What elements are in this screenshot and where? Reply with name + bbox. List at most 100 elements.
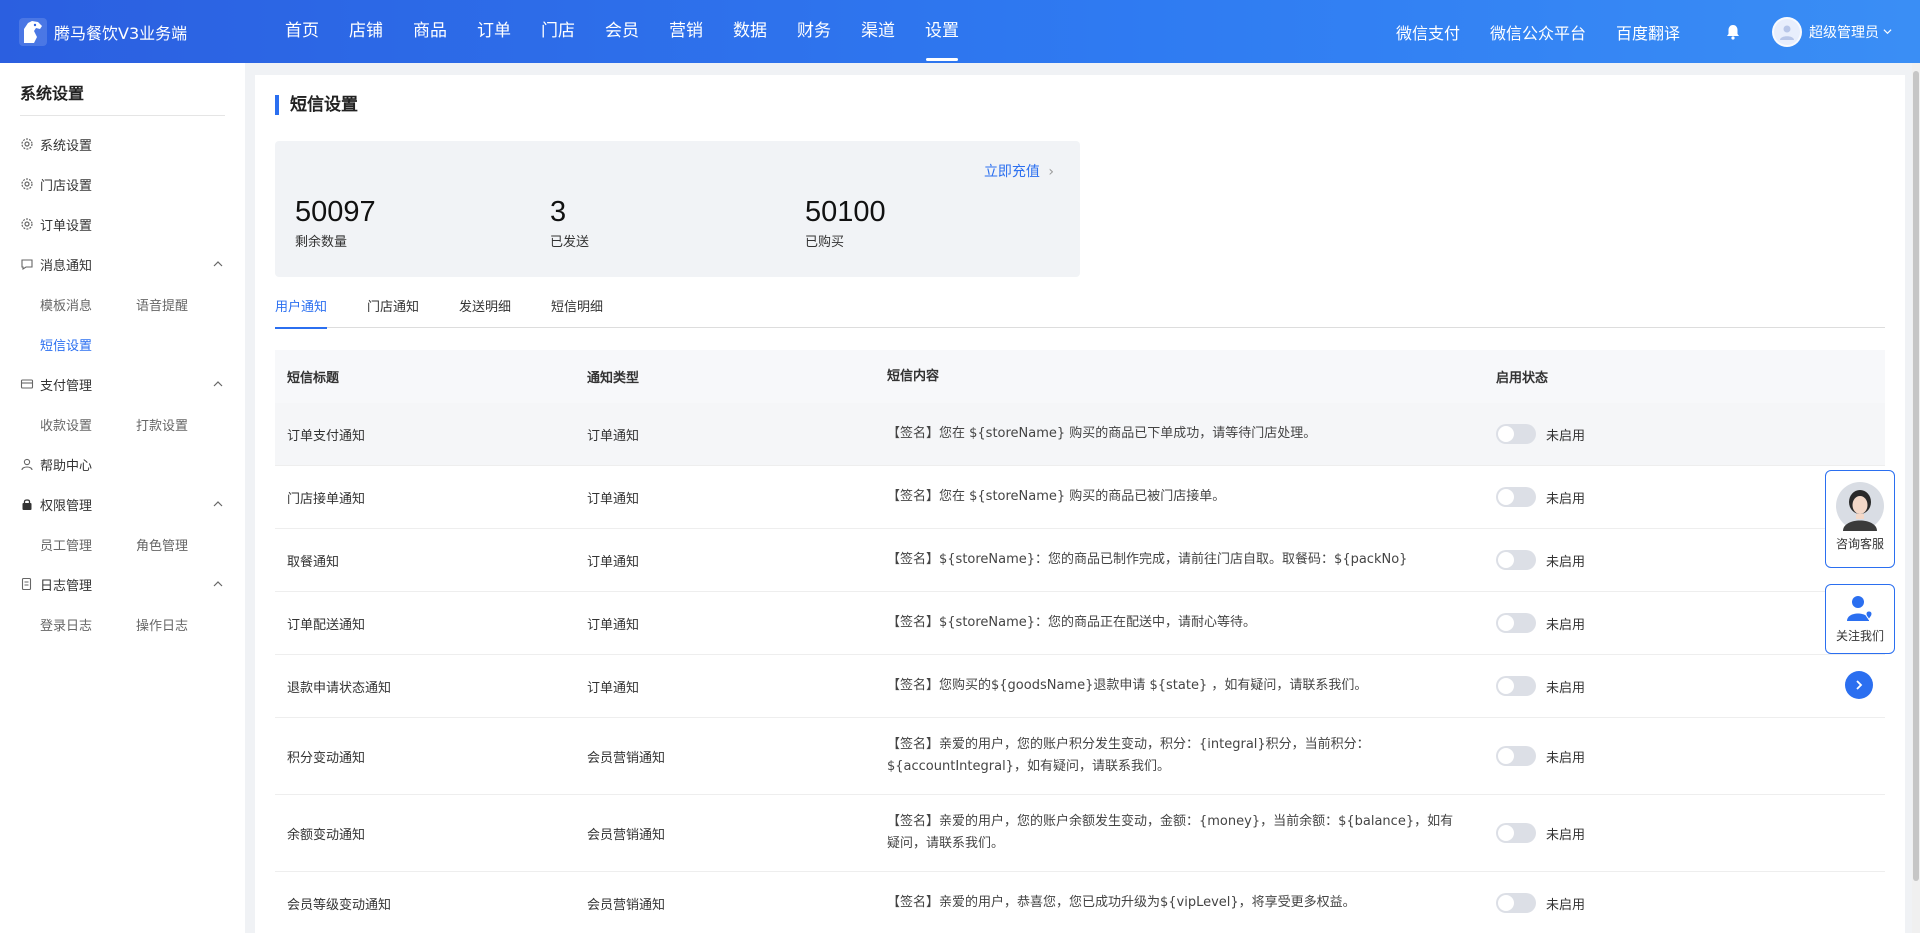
- chevron-up-icon: [213, 381, 223, 387]
- sidebar-subitem-voice[interactable]: 语音提醒: [136, 295, 232, 314]
- cell-type: 订单通知: [587, 680, 640, 696]
- status-toggle[interactable]: [1496, 676, 1536, 696]
- wechat-mp-link[interactable]: 微信公众平台: [1490, 20, 1586, 44]
- chevron-right-icon: [1856, 680, 1863, 690]
- stat-value: 50100: [805, 196, 886, 228]
- cell-title: 取餐通知: [287, 554, 340, 570]
- table-row: 订单配送通知 订单通知 【签名】${storeName}：您的商品正在配送中，请…: [275, 592, 1885, 655]
- bell-icon[interactable]: [1724, 23, 1742, 41]
- sidebar-item-payment[interactable]: 支付管理: [0, 364, 245, 404]
- nav-finance[interactable]: 财务: [782, 0, 846, 63]
- cell-title: 订单配送通知: [287, 617, 366, 633]
- sidebar: 系统设置 系统设置 门店设置 订单设置 消息通知 模板消息 语音提醒 短信设置 …: [0, 63, 245, 933]
- sidebar-item-system[interactable]: 系统设置: [0, 124, 245, 164]
- follow-label: 关注我们: [1835, 629, 1884, 643]
- agent-avatar-icon: [1836, 482, 1884, 531]
- tab-sms-details[interactable]: 短信明细: [551, 300, 603, 328]
- column-header-type: 通知类型: [587, 371, 640, 386]
- nav-data[interactable]: 数据: [718, 0, 782, 63]
- sidebar-subitem-sms[interactable]: 短信设置: [40, 335, 136, 354]
- status-text: 未启用: [1546, 680, 1586, 696]
- wechat-pay-link[interactable]: 微信支付: [1396, 20, 1460, 44]
- status-toggle[interactable]: [1496, 487, 1536, 507]
- sidebar-subitem-receive[interactable]: 收款设置: [40, 415, 136, 434]
- user-name[interactable]: 超级管理员: [1809, 22, 1879, 42]
- column-header-content: 短信内容: [887, 368, 940, 384]
- nav-orders[interactable]: 订单: [462, 0, 526, 63]
- status-toggle[interactable]: [1496, 893, 1536, 913]
- recharge-link[interactable]: 立即充值 ›: [984, 161, 1054, 181]
- status-text: 未启用: [1546, 617, 1586, 633]
- sidebar-item-label: 权限管理: [40, 498, 93, 514]
- consult-label: 咨询客服: [1835, 537, 1884, 551]
- consult-service-widget[interactable]: 咨询客服: [1825, 470, 1895, 568]
- chevron-up-icon: [213, 581, 223, 587]
- sidebar-item-label: 门店设置: [40, 178, 93, 194]
- status-text: 未启用: [1546, 897, 1586, 913]
- cell-content: 【签名】亲爱的用户，您的账户余额发生变动，金额：{money}，当前余额：${b…: [887, 814, 1454, 851]
- sidebar-item-order[interactable]: 订单设置: [0, 204, 245, 244]
- tab-user-notify[interactable]: 用户通知: [275, 300, 328, 329]
- nav-channels[interactable]: 渠道: [846, 0, 910, 63]
- gear-icon: [21, 178, 33, 190]
- follow-us-widget[interactable]: 关注我们: [1825, 584, 1895, 654]
- page-title: 短信设置: [275, 95, 358, 115]
- status-toggle[interactable]: [1496, 746, 1536, 766]
- sidebar-subitem-login-log[interactable]: 登录日志: [40, 615, 136, 634]
- collapse-widgets-button[interactable]: [1845, 671, 1873, 699]
- baidu-translate-link[interactable]: 百度翻译: [1616, 20, 1680, 44]
- stat-remaining: 50097 剩余数量: [295, 196, 376, 250]
- nav-settings[interactable]: 设置: [910, 0, 974, 63]
- sidebar-item-log[interactable]: 日志管理: [0, 564, 245, 604]
- table-row: 订单支付通知 订单通知 【签名】您在 ${storeName} 购买的商品已下单…: [275, 403, 1885, 466]
- cell-type: 订单通知: [587, 554, 640, 570]
- cell-status: 未启用: [1484, 746, 1885, 766]
- sidebar-subitem-staff[interactable]: 员工管理: [40, 535, 136, 554]
- follow-user-icon: [1847, 596, 1873, 621]
- cell-status: 未启用: [1484, 676, 1885, 696]
- tab-send-details[interactable]: 发送明细: [459, 300, 511, 328]
- sidebar-subitem-role[interactable]: 角色管理: [136, 535, 232, 554]
- avatar[interactable]: [1772, 16, 1802, 47]
- chat-bubble-icon: [21, 259, 33, 271]
- cell-type: 订单通知: [587, 428, 640, 444]
- recharge-label: 立即充值: [983, 164, 1040, 180]
- stat-label: 已购买: [805, 235, 845, 250]
- nav-goods[interactable]: 商品: [398, 0, 462, 63]
- sidebar-subitem-template[interactable]: 模板消息: [40, 295, 136, 314]
- sidebar-item-message[interactable]: 消息通知: [0, 244, 245, 284]
- horse-logo-icon: [19, 17, 47, 46]
- table-row: 门店接单通知 订单通知 【签名】您在 ${storeName} 购买的商品已被门…: [275, 466, 1885, 529]
- sidebar-title: 系统设置: [20, 84, 85, 103]
- tab-store-notify[interactable]: 门店通知: [367, 300, 419, 328]
- table-row: 会员等级变动通知 会员营销通知 【签名】亲爱的用户，恭喜您，您已成功升级为${v…: [275, 872, 1885, 933]
- status-toggle[interactable]: [1496, 613, 1536, 633]
- lock-icon: [22, 499, 32, 510]
- nav-marketing[interactable]: 营销: [654, 0, 718, 63]
- cell-type: 订单通知: [587, 491, 640, 507]
- table-row: 余额变动通知 会员营销通知 【签名】亲爱的用户，您的账户余额发生变动，金额：{m…: [275, 795, 1885, 872]
- sidebar-sub-sms: 短信设置: [0, 324, 245, 364]
- status-toggle[interactable]: [1496, 823, 1536, 843]
- brand[interactable]: 腾马餐饮V3业务端: [0, 17, 270, 47]
- sidebar-item-label: 消息通知: [40, 258, 93, 274]
- chevron-down-icon[interactable]: [1883, 27, 1892, 36]
- person-icon: [21, 458, 33, 471]
- sidebar-item-help[interactable]: 帮助中心: [0, 444, 245, 484]
- cell-title: 余额变动通知: [287, 827, 366, 843]
- nav-home[interactable]: 首页: [270, 0, 334, 63]
- cell-status: 未启用: [1484, 823, 1885, 843]
- status-toggle[interactable]: [1496, 424, 1536, 444]
- wallet-icon: [20, 379, 34, 389]
- gear-icon: [21, 218, 33, 230]
- nav-shop[interactable]: 店铺: [334, 0, 398, 63]
- sidebar-item-permission[interactable]: 权限管理: [0, 484, 245, 524]
- sidebar-item-store[interactable]: 门店设置: [0, 164, 245, 204]
- nav-stores[interactable]: 门店: [526, 0, 590, 63]
- scrollbar-thumb[interactable]: [1913, 71, 1919, 881]
- status-toggle[interactable]: [1496, 550, 1536, 570]
- sidebar-subitem-operation-log[interactable]: 操作日志: [136, 615, 232, 634]
- nav-members[interactable]: 会员: [590, 0, 654, 63]
- page-scrollbar[interactable]: [1912, 63, 1920, 933]
- sidebar-subitem-payout[interactable]: 打款设置: [136, 415, 232, 434]
